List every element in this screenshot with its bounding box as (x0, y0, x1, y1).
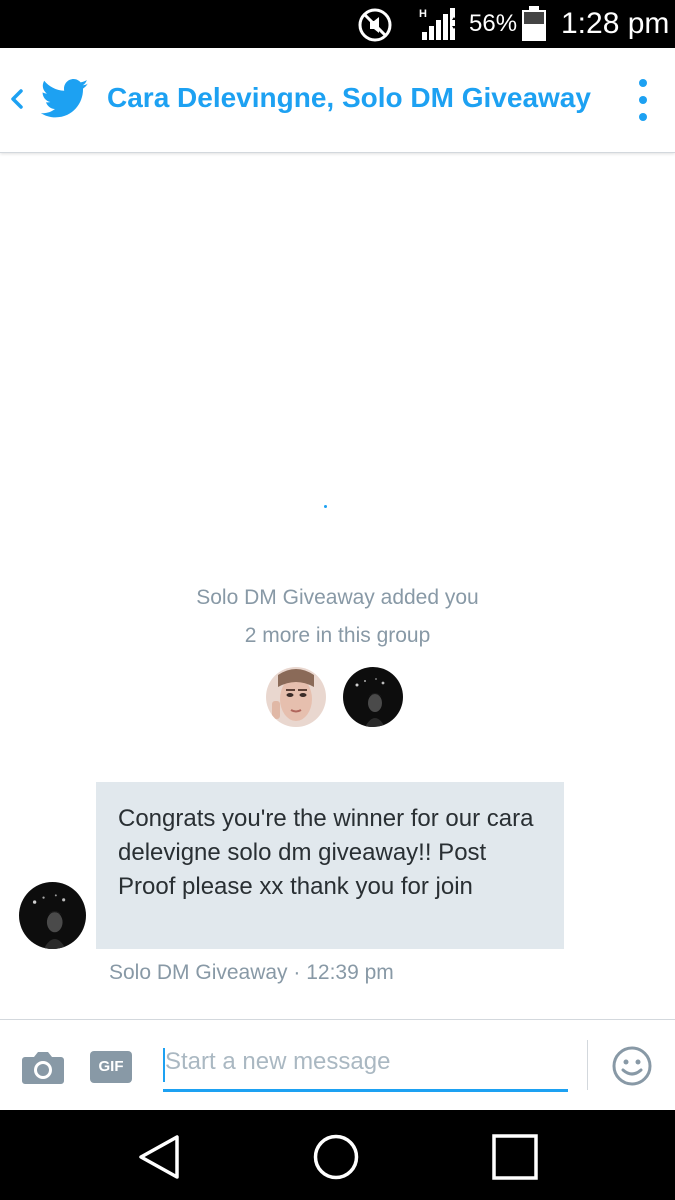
group-info[interactable]: 2 more in this group (0, 624, 675, 648)
battery-icon (522, 6, 546, 41)
member-avatar[interactable] (266, 667, 326, 727)
emoji-icon[interactable] (611, 1045, 653, 1087)
battery-percent: 56% (469, 10, 518, 37)
message-text: Congrats you're the winner for our cara … (118, 805, 534, 900)
back-chevron-icon[interactable] (6, 86, 28, 112)
nav-back-icon[interactable] (137, 1134, 181, 1180)
loading-indicator (324, 505, 327, 508)
twitter-bird-icon (41, 79, 89, 118)
mute-icon (358, 8, 392, 42)
status-bar: H 56% 1:28 pm (0, 0, 675, 48)
nav-recents-icon[interactable] (492, 1134, 538, 1180)
gif-icon[interactable]: GIF (90, 1051, 132, 1083)
member-avatar[interactable] (343, 667, 403, 727)
message-composer: GIF (0, 1019, 675, 1111)
camera-icon[interactable] (21, 1049, 65, 1085)
more-vertical-icon[interactable] (630, 76, 656, 124)
message-meta: Solo DM Giveaway · 12:39 pm (109, 961, 394, 984)
conversation-header: Cara Delevingne, Solo DM Giveaway (0, 48, 675, 153)
text-caret (163, 1048, 165, 1082)
system-message: Solo DM Giveaway added you (196, 586, 479, 609)
nav-home-icon[interactable] (313, 1134, 359, 1180)
status-time: 1:28 pm (561, 7, 670, 40)
message-input[interactable] (163, 1038, 568, 1092)
message-bubble[interactable]: Congrats you're the winner for our cara … (96, 782, 564, 949)
conversation-title[interactable]: Cara Delevingne, Solo DM Giveaway (107, 82, 591, 114)
composer-divider (587, 1040, 588, 1090)
system-nav-bar (0, 1110, 675, 1200)
sender-avatar[interactable] (19, 882, 86, 949)
signal-icon: H (419, 8, 456, 40)
network-type-label: H (419, 8, 427, 20)
